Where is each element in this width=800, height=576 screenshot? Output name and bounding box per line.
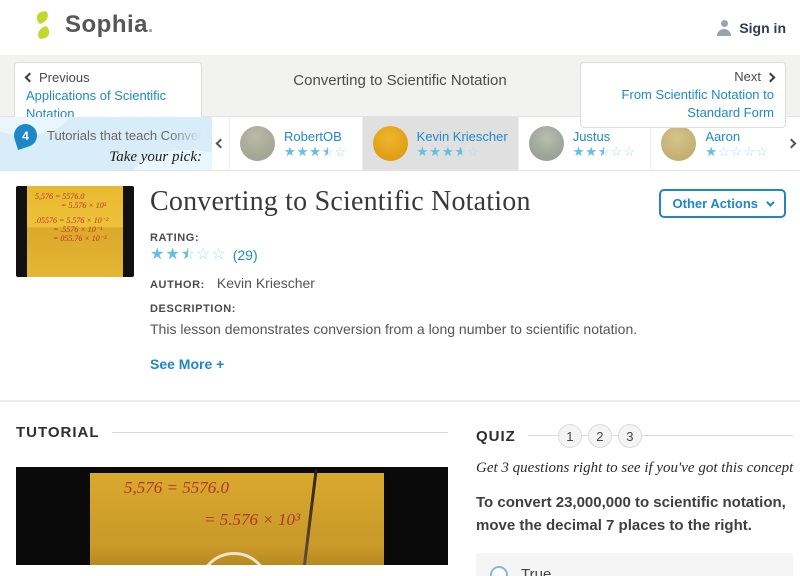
chevron-down-icon <box>766 197 775 207</box>
video-handwriting-line: = 5.576 × 10³ <box>204 510 301 529</box>
avatar <box>661 126 697 161</box>
other-actions-button[interactable]: Other Actions <box>658 189 786 218</box>
tutorial-rule <box>111 432 448 433</box>
avatar <box>240 126 275 161</box>
option-label: True <box>521 566 552 576</box>
chevron-right-icon <box>786 138 797 149</box>
next-lesson-link[interactable]: From Scientific Notation to Standard For… <box>592 86 774 122</box>
tutor-name: RobertOB <box>284 129 342 144</box>
video-player[interactable]: 5,576 = 5576.0 = 5.576 × 10³ <box>16 467 448 565</box>
sign-in-label: Sign in <box>739 19 786 36</box>
quiz-header: QUIZ 1 2 3 <box>476 424 794 448</box>
tutorial-column: TUTORIAL 5,576 = 5576.0 = 5.576 × 10³ <box>16 402 448 576</box>
quiz-option-true[interactable]: True <box>476 552 794 576</box>
quiz-step-1: 1 <box>557 424 582 448</box>
quiz-heading: QUIZ <box>476 427 516 445</box>
quiz-step-3: 3 <box>617 424 642 448</box>
rating-label: RATING: <box>150 232 200 244</box>
author-name: Kevin Kriescher <box>216 275 315 291</box>
brand-dot: . <box>148 16 154 36</box>
quiz-tagline: Get 3 questions right to see if you've g… <box>476 460 794 476</box>
tutor-meta: Kevin Kriescher ☆☆☆☆☆★★★★★ <box>417 129 508 158</box>
rating-row: ☆☆☆☆☆★★★★★ (29) <box>150 246 786 264</box>
sophia-logo[interactable]: Sophia. <box>30 10 154 45</box>
sophia-leaf-icon <box>30 10 56 45</box>
thumbnail-paper: 5,576 = 5576.0 = 5.576 × 10³ .05576 = 5.… <box>27 186 123 277</box>
author-label: AUTHOR: <box>150 279 205 291</box>
person-icon <box>716 19 732 36</box>
top-header: Sophia. Sign in <box>0 0 800 55</box>
tutorial-count-badge: 4 <box>11 121 40 150</box>
tutor-meta: RobertOB ☆☆☆☆☆★★★★★ <box>284 129 347 158</box>
brand-name: Sophia. <box>65 11 154 38</box>
chevron-right-icon <box>765 72 776 82</box>
tutorial-heading: TUTORIAL <box>16 424 100 441</box>
tutorial-header: TUTORIAL <box>16 424 448 441</box>
radio-button[interactable] <box>490 565 508 576</box>
carousel-heading: Tutorials that teach Converting <box>47 128 202 143</box>
see-more-link[interactable]: See More + <box>150 356 224 372</box>
lesson-navbar: Previous Applications of Scientific Nota… <box>0 55 800 129</box>
tutor-meta: Justus ☆☆☆☆☆★★★★★ <box>573 129 636 158</box>
description-text: This lesson demonstrates conversion from… <box>150 321 638 337</box>
author-row: AUTHOR: Kevin Kriescher <box>150 275 786 291</box>
tutor-name: Aaron <box>705 129 741 144</box>
tutorial-quiz-section: TUTORIAL 5,576 = 5576.0 = 5.576 × 10³ QU… <box>0 400 800 576</box>
tutor-rating-stars: ☆☆☆☆☆★★★★★ <box>416 144 480 159</box>
quiz-step-2: 2 <box>587 424 612 448</box>
avatar <box>528 126 564 161</box>
thumbnail-line: = .5576 × 10⁻¹ <box>53 225 103 234</box>
next-lesson-card[interactable]: Next From Scientific Notation to Standar… <box>580 62 786 128</box>
rating-count-link[interactable]: (29) <box>233 247 258 263</box>
tutor-rating-stars: ☆☆☆☆☆★★★★★ <box>572 144 636 159</box>
tutor-meta: Aaron ☆☆☆☆☆★★★★★ <box>705 129 768 158</box>
rating-block: RATING: ☆☆☆☆☆★★★★★ (29) <box>150 232 786 263</box>
next-label: Next <box>734 69 761 84</box>
thumbnail-line: .05576 = 5.576 × 10⁻² <box>35 216 109 225</box>
quiz-question: To convert 23,000,000 to scientific nota… <box>476 494 786 535</box>
tutor-card-robertob[interactable]: RobertOB ☆☆☆☆☆★★★★★ <box>229 117 362 170</box>
lesson-summary-section: 5,576 = 5576.0 = 5.576 × 10³ .05576 = 5.… <box>0 171 800 400</box>
page: Sophia. Sign in Previous Applications of… <box>0 0 800 576</box>
quiz-progress-track: 1 2 3 <box>527 424 794 448</box>
thumbnail-line: 5,576 = 5576.0 <box>35 192 85 201</box>
other-actions-label: Other Actions <box>672 196 758 211</box>
tutor-rating-stars: ☆☆☆☆☆★★★★★ <box>705 144 769 159</box>
tutor-name: Justus <box>572 129 611 144</box>
next-label-row: Next <box>734 68 776 86</box>
carousel-intro-panel: 4 Tutorials that teach Converting Take y… <box>0 117 212 170</box>
tutor-name: Kevin Kriescher <box>416 129 508 144</box>
description-label: DESCRIPTION: <box>150 303 237 315</box>
tutor-rating-stars: ☆☆☆☆☆★★★★★ <box>284 144 348 159</box>
chevron-left-icon <box>215 138 226 149</box>
carousel-prev-arrow[interactable] <box>212 117 229 170</box>
quiz-column: QUIZ 1 2 3 Get 3 questions right to see … <box>476 402 794 576</box>
avatar <box>372 126 408 161</box>
thumbnail-line: = 055.76 × 10⁻³ <box>53 234 107 243</box>
lesson-thumbnail: 5,576 = 5576.0 = 5.576 × 10³ .05576 = 5.… <box>16 186 134 277</box>
carousel-tagline: Take your pick: <box>109 149 202 165</box>
sign-in-button[interactable]: Sign in <box>716 19 786 36</box>
carousel-intro-row: 4 Tutorials that teach Converting <box>11 121 202 150</box>
video-handwriting-line: 5,576 = 5576.0 <box>124 478 229 497</box>
tutor-card-kevin-kriescher[interactable]: Kevin Kriescher ☆☆☆☆☆★★★★★ <box>361 117 518 170</box>
description-block: DESCRIPTION: This lesson demonstrates co… <box>150 303 786 340</box>
thumbnail-line: = 5.576 × 10³ <box>61 201 107 210</box>
lesson-rating-stars: ☆☆☆☆☆★★★★★ <box>150 246 227 263</box>
